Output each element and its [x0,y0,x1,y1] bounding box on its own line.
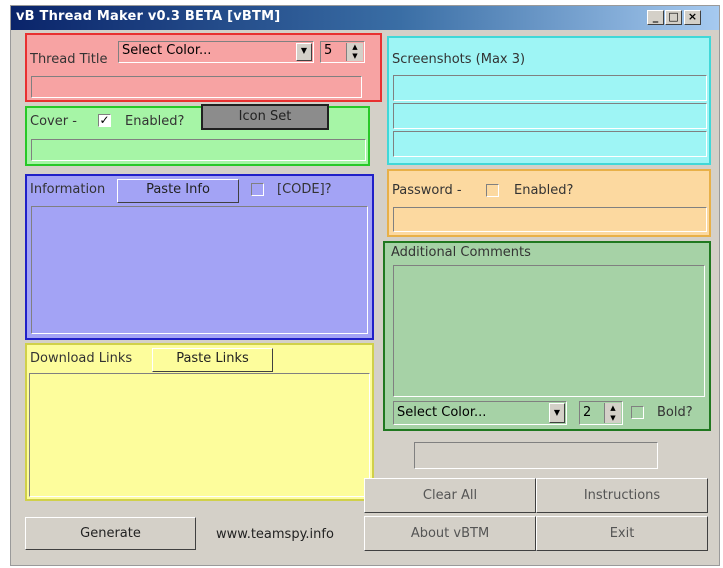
app-window: vB Thread Maker v0.3 BETA [vBTM] _ □ × T… [10,5,720,566]
thread-title-color-select[interactable]: Select Color... ▼ [118,41,314,63]
cover-label: Cover - [30,114,77,129]
paste-links-button[interactable]: Paste Links [152,348,273,372]
cover-enabled-checkbox[interactable]: ✓ [98,114,111,127]
thread-title-size-stepper[interactable]: 5 ▲ ▼ [320,41,365,63]
cover-input[interactable] [31,139,366,161]
screenshot-url-input-1[interactable] [393,75,707,101]
additional-comments-panel: Additional Comments Select Color... ▼ 2 … [383,241,711,431]
thread-title-label: Thread Title [30,52,108,67]
about-button[interactable]: About vBTM [364,516,536,551]
screenshot-url-input-2[interactable] [393,103,707,129]
thread-title-color-value: Select Color... [122,43,212,58]
comments-color-value: Select Color... [397,405,487,420]
paste-info-button[interactable]: Paste Info [117,179,239,203]
chevron-down-icon[interactable]: ▼ [296,43,312,61]
information-label: Information [30,182,106,197]
screenshot-url-input-3[interactable] [393,131,707,157]
cover-enabled-label: Enabled? [125,114,185,129]
information-panel: Information Paste Info [CODE]? [25,174,374,340]
window-title: vB Thread Maker v0.3 BETA [vBTM] [16,9,281,24]
download-links-label: Download Links [30,351,133,366]
chevron-down-icon[interactable]: ▼ [549,403,565,423]
title-bar[interactable]: vB Thread Maker v0.3 BETA [vBTM] _ □ × [11,6,719,30]
thread-title-size-value: 5 [324,43,333,58]
close-button[interactable]: × [684,10,701,25]
progress-field [414,442,658,469]
screenshots-label: Screenshots (Max 3) [392,52,526,67]
exit-button[interactable]: Exit [536,516,708,551]
icon-set-button[interactable]: Icon Set [201,104,329,130]
minimize-button[interactable]: _ [647,10,664,25]
screenshots-panel: Screenshots (Max 3) [387,36,711,165]
website-link[interactable]: www.teamspy.info [216,527,334,542]
additional-comments-label: Additional Comments [391,245,531,260]
bold-checkbox[interactable] [631,406,644,419]
comments-color-select[interactable]: Select Color... ▼ [393,401,567,425]
download-links-panel: Download Links Paste Links [25,343,374,501]
code-checkbox[interactable] [251,183,264,196]
password-input[interactable] [393,207,707,232]
password-label: Password - [392,183,462,198]
code-label: [CODE]? [277,182,332,197]
instructions-button[interactable]: Instructions [536,478,708,513]
comments-size-value: 2 [583,405,592,420]
bold-label: Bold? [657,405,693,420]
generate-button[interactable]: Generate [25,517,196,550]
download-links-textarea[interactable] [29,373,370,497]
additional-comments-textarea[interactable] [393,265,705,397]
password-enabled-label: Enabled? [514,183,574,198]
thread-title-panel: Thread Title Select Color... ▼ 5 ▲ ▼ [25,33,382,102]
spin-arrows-icon[interactable]: ▲ ▼ [604,403,621,423]
information-textarea[interactable] [31,206,368,334]
clear-all-button[interactable]: Clear All [364,478,536,513]
password-panel: Password - Enabled? [387,169,711,237]
comments-size-stepper[interactable]: 2 ▲ ▼ [579,401,623,425]
password-enabled-checkbox[interactable] [486,184,499,197]
maximize-button[interactable]: □ [665,10,682,25]
spin-arrows-icon[interactable]: ▲ ▼ [346,43,363,61]
thread-title-input[interactable] [31,76,362,98]
